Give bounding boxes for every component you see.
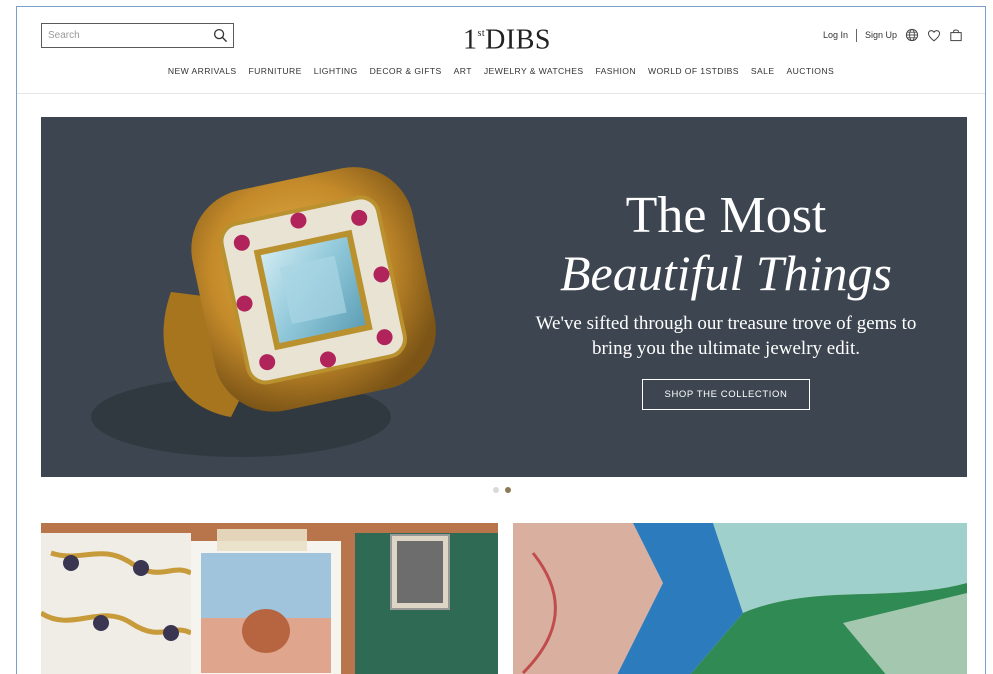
nav-item-art[interactable]: ART (454, 66, 472, 76)
nav-item-auctions[interactable]: AUCTIONS (787, 66, 835, 76)
search-box[interactable] (41, 23, 234, 48)
site-logo[interactable]: 1stDIBS (463, 21, 551, 55)
nav-item-world-of-1stdibs[interactable]: WORLD OF 1STDIBS (648, 66, 739, 76)
hero-title-italic: Beautiful Things (560, 245, 892, 301)
promo-tile-right[interactable] (513, 523, 967, 674)
heart-icon[interactable] (927, 29, 941, 42)
ring-image (91, 167, 436, 457)
page-frame: 1stDIBS Log In Sign Up NEW ARRIVALS FURN… (16, 6, 986, 674)
hero-subtitle-line2: bring you the ultimate jewelry edit. (591, 338, 861, 359)
search-input[interactable] (42, 24, 210, 47)
hero-text: The Most Beautiful Things We've sifted t… (511, 189, 941, 410)
nav-item-fashion[interactable]: FASHION (595, 66, 636, 76)
hero-banner[interactable]: The Most Beautiful Things We've sifted t… (41, 117, 967, 477)
utility-bar: Log In Sign Up (823, 28, 963, 42)
nav-item-jewelry-watches[interactable]: JEWELRY & WATCHES (484, 66, 584, 76)
nav-item-new-arrivals[interactable]: NEW ARRIVALS (168, 66, 237, 76)
carousel-dots (493, 487, 511, 493)
signup-link[interactable]: Sign Up (865, 30, 897, 40)
nav-item-sale[interactable]: SALE (751, 66, 775, 76)
header-divider (17, 93, 985, 94)
divider (855, 28, 857, 42)
logo-prefix: 1 (463, 24, 478, 56)
nav-item-furniture[interactable]: FURNITURE (249, 66, 302, 76)
promo-collage-image (41, 523, 498, 674)
promo-tile-left[interactable] (41, 523, 498, 674)
hero-title: The Most (625, 187, 827, 244)
hero-subtitle-line1: We've sifted through our treasure trove … (535, 313, 917, 334)
shop-collection-button[interactable]: SHOP THE COLLECTION (641, 379, 811, 410)
search-icon[interactable] (213, 28, 228, 43)
bag-icon[interactable] (949, 28, 963, 42)
nav-item-decor-gifts[interactable]: DECOR & GIFTS (370, 66, 442, 76)
promo-art-image (513, 523, 967, 674)
carousel-dot-2[interactable] (505, 487, 511, 493)
logo-sup: st (477, 28, 486, 39)
globe-icon[interactable] (905, 28, 919, 42)
hero-subtitle: We've sifted through our treasure trove … (511, 311, 941, 361)
login-link[interactable]: Log In (823, 30, 848, 40)
carousel-dot-1[interactable] (493, 487, 499, 493)
nav-item-lighting[interactable]: LIGHTING (314, 66, 358, 76)
logo-main: DIBS (485, 24, 551, 56)
main-nav: NEW ARRIVALS FURNITURE LIGHTING DECOR & … (17, 66, 985, 76)
